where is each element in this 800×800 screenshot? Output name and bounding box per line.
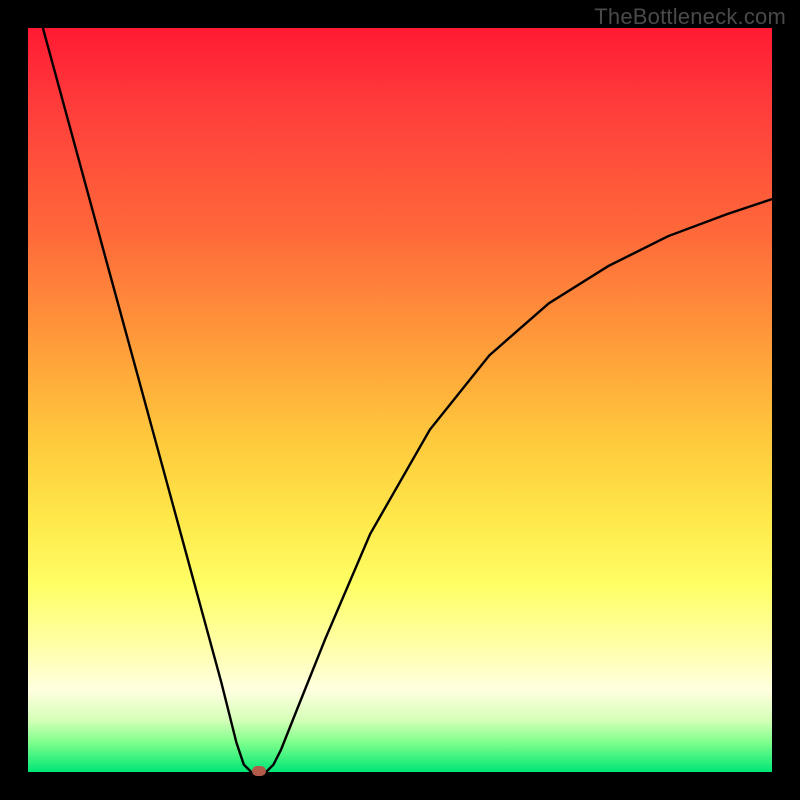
chart-frame: TheBottleneck.com: [0, 0, 800, 800]
plot-area: [28, 28, 772, 772]
optimum-marker: [252, 766, 266, 776]
watermark-text: TheBottleneck.com: [594, 4, 786, 30]
bottleneck-curve: [28, 28, 772, 772]
